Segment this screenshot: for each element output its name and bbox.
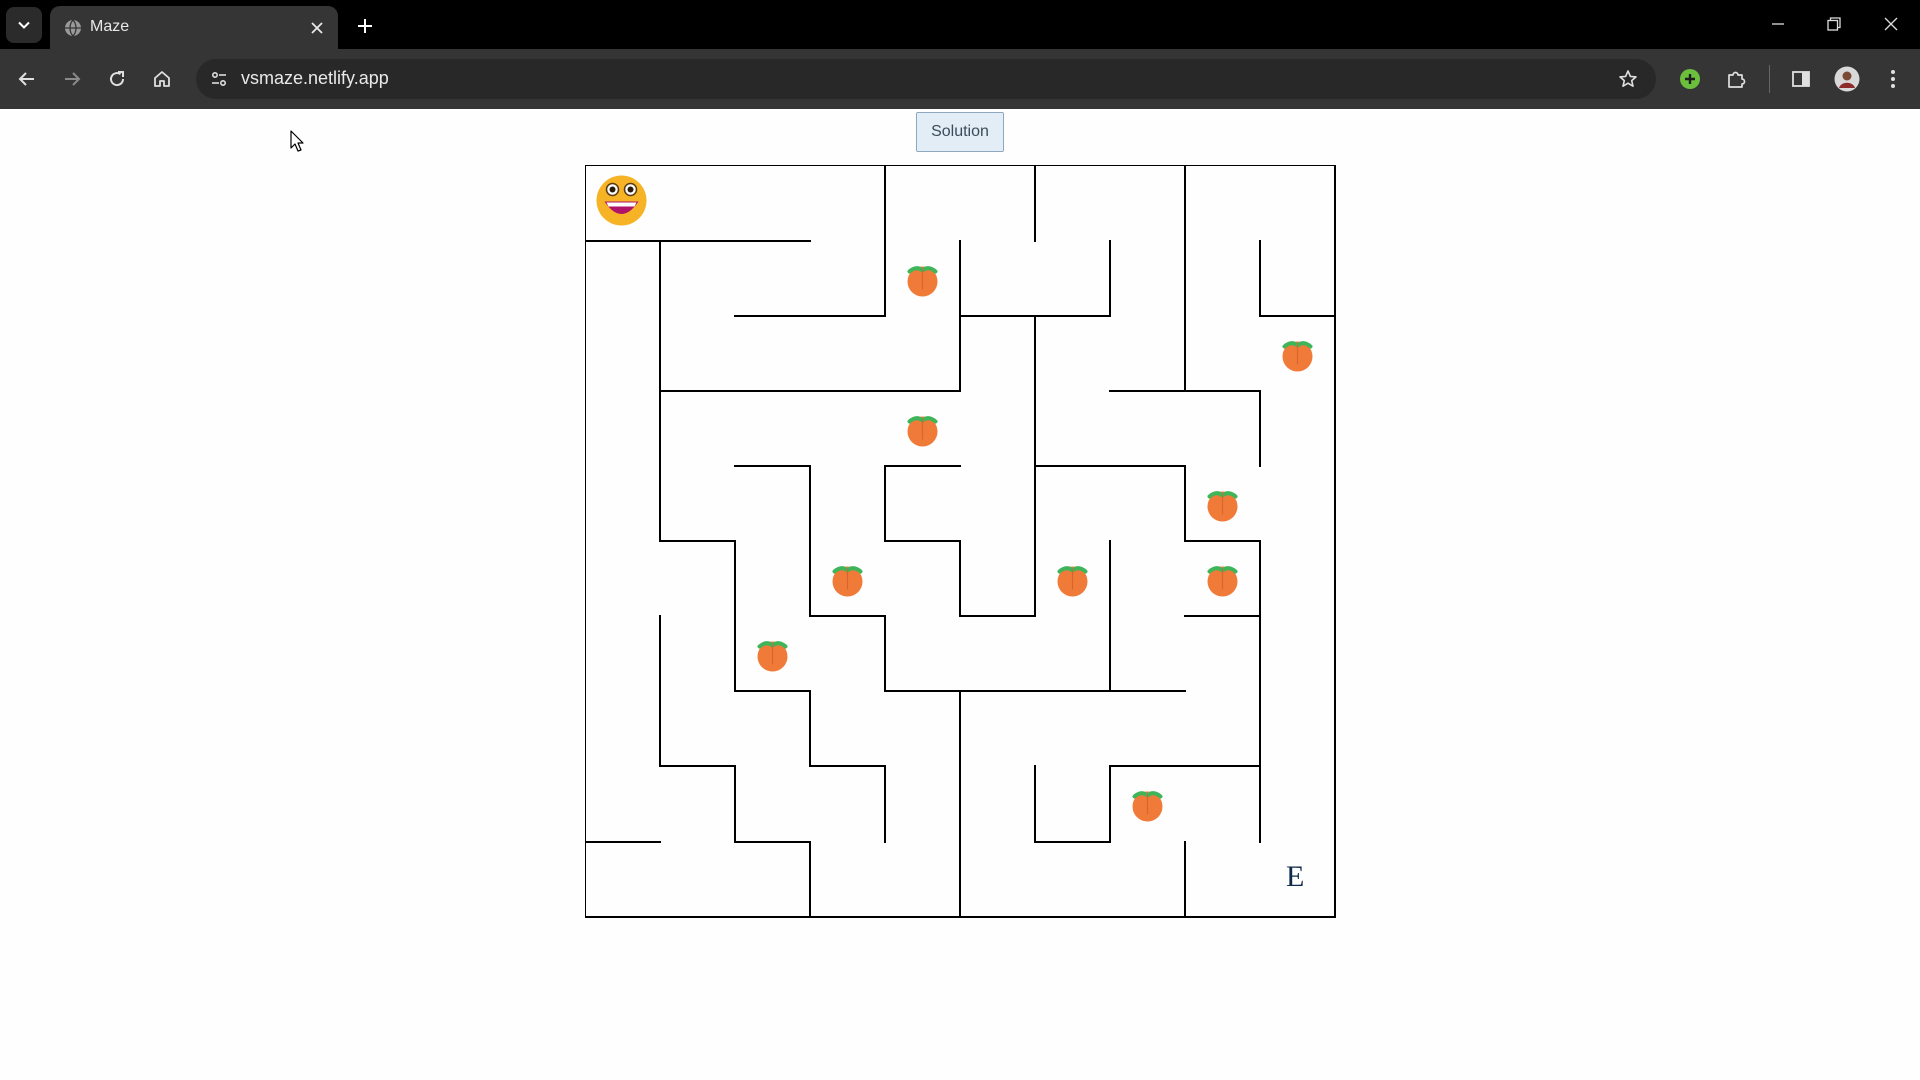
tab-search-button[interactable] bbox=[6, 7, 42, 43]
chevron-down-icon bbox=[18, 21, 30, 29]
maze-items bbox=[596, 175, 1313, 822]
reload-icon bbox=[110, 71, 125, 87]
site-info-button[interactable] bbox=[204, 64, 234, 94]
arrow-left-icon bbox=[18, 72, 34, 86]
minimize-button[interactable] bbox=[1756, 8, 1800, 40]
tab-close-button[interactable] bbox=[306, 17, 328, 39]
add-circle-icon bbox=[1680, 69, 1700, 89]
star-icon bbox=[1619, 70, 1637, 87]
avatar bbox=[1834, 66, 1860, 92]
extension-green-button[interactable] bbox=[1672, 61, 1708, 97]
maze-walls bbox=[585, 165, 1336, 918]
peach-icon bbox=[1207, 491, 1238, 522]
peach-icon bbox=[1207, 566, 1238, 597]
side-panel-button[interactable] bbox=[1783, 61, 1819, 97]
peach-icon bbox=[907, 266, 938, 297]
toolbar-divider bbox=[1769, 65, 1770, 93]
maze-board[interactable] bbox=[585, 165, 1337, 919]
peach-icon bbox=[832, 566, 863, 597]
forward-button[interactable] bbox=[54, 61, 90, 97]
arrow-right-icon bbox=[65, 72, 81, 86]
exit-marker: E bbox=[1286, 860, 1305, 893]
tab-strip: Maze bbox=[0, 0, 1920, 49]
peach-icon bbox=[757, 641, 788, 672]
tab-title: Maze bbox=[90, 18, 130, 35]
back-button[interactable] bbox=[9, 61, 45, 97]
new-tab-button[interactable] bbox=[350, 11, 380, 41]
tab-maze[interactable]: Maze bbox=[50, 6, 338, 49]
restore-icon bbox=[1827, 17, 1841, 31]
player-smiley-icon bbox=[596, 175, 647, 226]
mouse-pointer-icon bbox=[290, 130, 304, 152]
tune-icon bbox=[211, 71, 227, 87]
peach-icon bbox=[907, 416, 938, 447]
extensions-button[interactable] bbox=[1718, 61, 1754, 97]
address-bar[interactable]: vsmaze.netlify.app bbox=[196, 59, 1656, 99]
close-icon bbox=[1884, 17, 1898, 31]
bookmark-button[interactable] bbox=[1614, 65, 1642, 93]
peach-icon bbox=[1282, 341, 1313, 372]
puzzle-icon bbox=[1728, 71, 1746, 88]
peach-icon bbox=[1057, 566, 1088, 597]
restore-button[interactable] bbox=[1812, 8, 1856, 40]
browser-toolbar: vsmaze.netlify.app bbox=[0, 49, 1920, 109]
url-text[interactable]: vsmaze.netlify.app bbox=[241, 68, 389, 89]
home-button[interactable] bbox=[144, 61, 180, 97]
globe-icon bbox=[65, 19, 81, 37]
profile-button[interactable] bbox=[1829, 61, 1865, 97]
home-icon bbox=[154, 71, 170, 87]
minimize-icon bbox=[1772, 23, 1784, 25]
close-icon bbox=[311, 22, 323, 34]
plus-icon bbox=[358, 19, 372, 33]
side-panel-icon bbox=[1792, 71, 1810, 87]
more-vert-icon bbox=[1891, 70, 1895, 88]
menu-button[interactable] bbox=[1875, 61, 1911, 97]
peach-icon bbox=[1132, 791, 1163, 822]
reload-button[interactable] bbox=[99, 61, 135, 97]
solution-button[interactable]: Solution bbox=[916, 112, 1004, 152]
close-window-button[interactable] bbox=[1869, 8, 1913, 40]
